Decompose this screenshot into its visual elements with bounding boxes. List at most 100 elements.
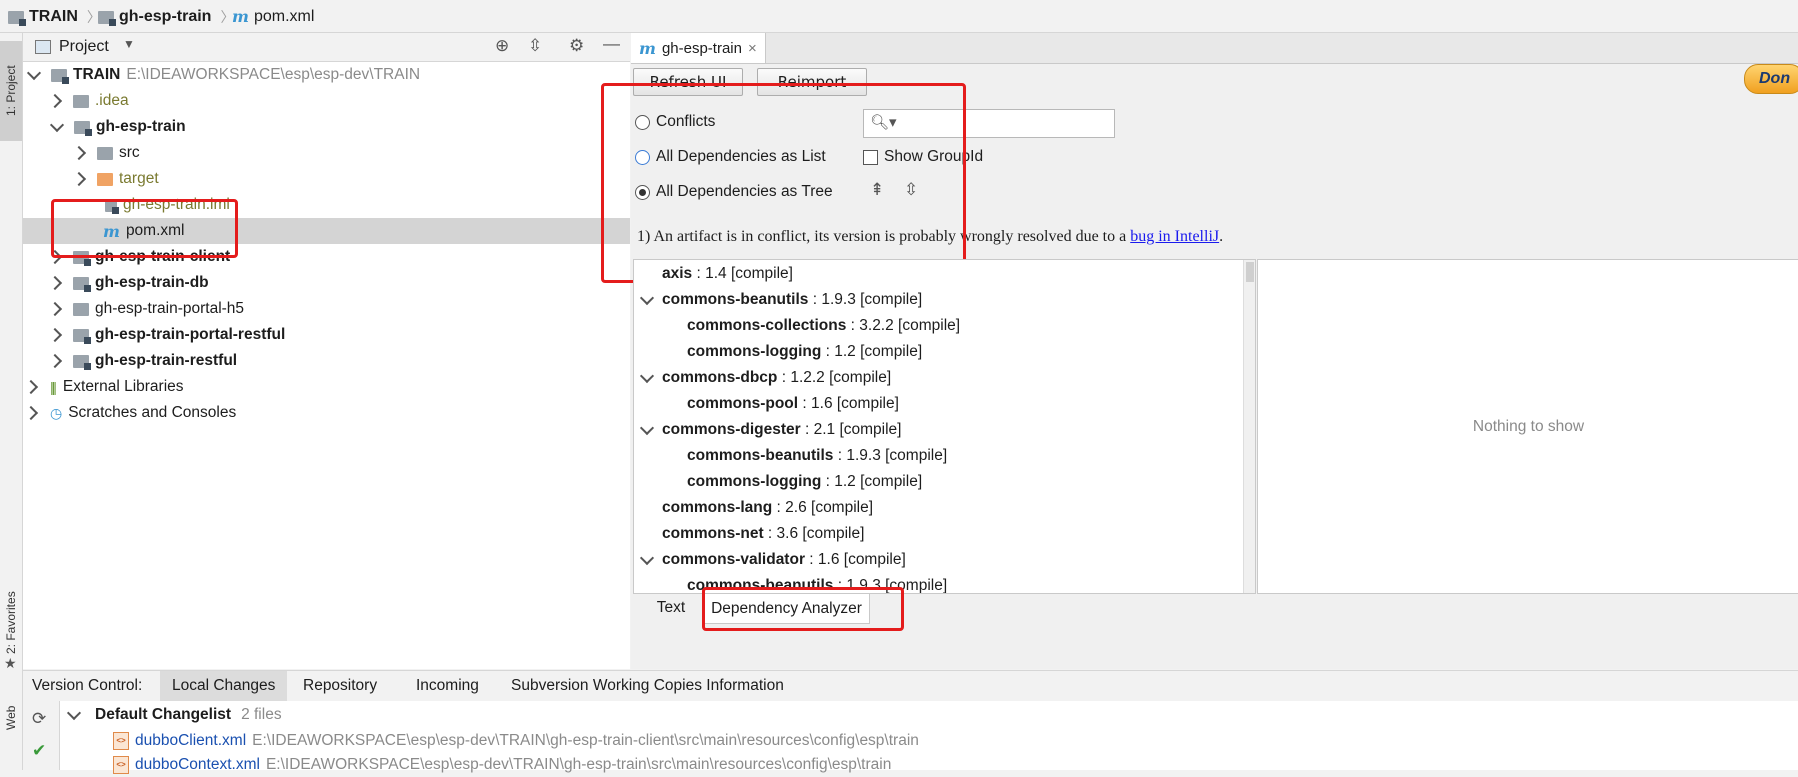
breadcrumb-item-pom[interactable]: m pom.xml [232,7,314,26]
folder-icon [97,146,113,160]
project-view-selector[interactable]: Project [59,38,109,56]
dependency-version: : 1.2 [compile] [821,472,923,490]
chevron-down-icon[interactable] [639,368,655,383]
dependency-name: axis [662,264,693,282]
xml-file-icon: <> [113,732,129,750]
folder-icon [73,302,89,316]
dependency-row[interactable]: axis : 1.4 [compile] [634,262,793,285]
tree-item-src[interactable]: src [23,140,630,166]
dependency-version: : 1.2.2 [compile] [777,368,892,386]
dependency-row[interactable]: commons-beanutils : 1.9.3 [compile] [634,288,922,311]
dependency-name: commons-digester [662,420,801,438]
tab-local-changes[interactable]: Local Changes [160,671,288,701]
chevron-right-icon[interactable] [23,405,39,421]
maven-file-icon: m [232,7,249,26]
project-tool-tab[interactable]: 1: Project [0,41,22,141]
tree-item-portal-restful[interactable]: gh-esp-train-portal-restful [23,322,630,348]
chevron-down-icon[interactable]: ▼ [123,37,135,51]
dependency-tree[interactable]: axis : 1.4 [compile] commons-beanutils : … [633,259,1256,594]
editor-tab-bar: m gh-esp-train × [631,33,1798,64]
chevron-down-icon[interactable] [639,290,655,305]
chevron-right-icon[interactable] [23,379,39,395]
left-tool-strip: 1: Project 2: Favorites ★ Web [0,33,23,770]
version-control-label: Version Control: [32,677,143,694]
chevron-down-icon[interactable] [639,420,655,435]
tree-item-scratches[interactable]: ◷ Scratches and Consoles [23,400,630,426]
module-folder-icon [98,10,116,26]
tab-subversion-working-copies[interactable]: Subversion Working Copies Information [499,671,796,701]
dependency-row[interactable]: commons-logging : 1.2 [compile] [634,470,922,493]
chevron-right-icon[interactable] [47,327,63,343]
bug-link[interactable]: bug in IntelliJ [1130,228,1219,245]
close-icon[interactable]: × [748,40,757,57]
dependency-version: : 1.9.3 [compile] [808,290,923,308]
chevron-down-icon[interactable] [49,117,65,133]
dependency-row[interactable]: commons-collections : 3.2.2 [compile] [634,314,960,337]
default-changelist-row[interactable]: Default Changelist 2 files [63,703,282,727]
commit-check-icon[interactable]: ✔ [32,741,46,761]
gear-icon[interactable]: ⚙ [569,36,584,56]
chevron-right-icon[interactable] [71,145,87,161]
star-icon: ★ [4,655,17,671]
locate-icon[interactable]: ⊕ [495,36,509,56]
project-view-icon [35,40,51,54]
xml-file-icon: <> [113,756,129,774]
excluded-folder-icon [97,172,113,186]
maven-file-icon: m [639,38,656,58]
refresh-icon[interactable]: ⟳ [32,709,46,729]
dependency-row[interactable]: commons-net : 3.6 [compile] [634,522,864,545]
dependency-name: commons-logging [687,342,822,360]
tab-repository[interactable]: Repository [291,671,389,701]
donate-button[interactable]: Don [1744,64,1798,94]
highlight-box-options [601,83,966,283]
tab-text[interactable]: Text [645,593,697,622]
web-tool-tab[interactable]: Web [0,693,22,743]
breadcrumb-item-gh-esp-train[interactable]: gh-esp-train 〉 [98,7,234,27]
tree-item-idea[interactable]: .idea [23,88,630,114]
chevron-right-icon[interactable] [47,353,63,369]
tree-item-gh-esp-train[interactable]: gh-esp-train [23,114,630,140]
editor-tab-gh-esp-train[interactable]: m gh-esp-train × [631,33,766,63]
dependency-row[interactable]: commons-pool : 1.6 [compile] [634,392,899,415]
chevron-right-icon[interactable] [71,171,87,187]
dependency-row[interactable]: commons-logging : 1.2 [compile] [634,340,922,363]
chevron-down-icon[interactable] [66,705,82,721]
breadcrumb-item-train[interactable]: TRAIN 〉 [8,7,101,27]
library-icon: ||| [50,379,57,395]
module-folder-icon [74,120,92,136]
project-panel: Project ▼ ⊕ ⇳ ⚙ — TRAIN E:\IDEAWORKSPACE… [23,33,630,669]
module-folder-icon [73,354,91,370]
dependency-row[interactable]: commons-validator : 1.6 [compile] [634,548,906,571]
tree-item-train[interactable]: TRAIN E:\IDEAWORKSPACE\esp\esp-dev\TRAIN [23,62,630,88]
tree-item-target[interactable]: target [23,166,630,192]
dependency-row[interactable]: commons-lang : 2.6 [compile] [634,496,873,519]
changed-file-row[interactable]: <> dubboContext.xml E:\IDEAWORKSPACE\esp… [113,753,891,777]
dependency-version: : 1.6 [compile] [798,394,899,412]
chevron-right-icon[interactable] [47,301,63,317]
dependency-name: commons-beanutils [687,446,834,464]
nothing-to-show-label: Nothing to show [1472,417,1585,435]
tree-item-external-libraries[interactable]: ||| External Libraries [23,374,630,400]
dependency-row[interactable]: commons-dbcp : 1.2.2 [compile] [634,366,891,389]
project-panel-header: Project ▼ ⊕ ⇳ ⚙ — [23,33,630,62]
module-folder-icon [8,10,26,26]
dependency-tree-scrollbar[interactable] [1243,260,1255,593]
chevron-down-icon[interactable] [639,550,655,565]
tab-incoming[interactable]: Incoming [404,671,491,701]
chevron-right-icon[interactable] [47,93,63,109]
changed-file-row[interactable]: <> dubboClient.xml E:\IDEAWORKSPACE\esp\… [113,729,919,753]
dependency-name: commons-collections [687,316,847,334]
tree-item-portal-h5[interactable]: gh-esp-train-portal-h5 [23,296,630,322]
tree-item-restful[interactable]: gh-esp-train-restful [23,348,630,374]
dependency-row[interactable]: commons-digester : 2.1 [compile] [634,418,901,441]
dependency-name: commons-logging [687,472,822,490]
dependency-row[interactable]: commons-beanutils : 1.9.3 [compile] [634,444,947,467]
chevron-down-icon[interactable] [26,65,42,81]
changes-toolbar: ⟳ ✔ [23,701,60,770]
dependency-version: : 1.6 [compile] [804,550,906,568]
minimize-icon[interactable]: — [603,34,620,54]
chevron-right-icon[interactable] [47,275,63,291]
collapse-all-icon[interactable]: ⇳ [528,36,542,56]
scrollbar-thumb[interactable] [1246,262,1254,282]
tree-item-db[interactable]: gh-esp-train-db [23,270,630,296]
